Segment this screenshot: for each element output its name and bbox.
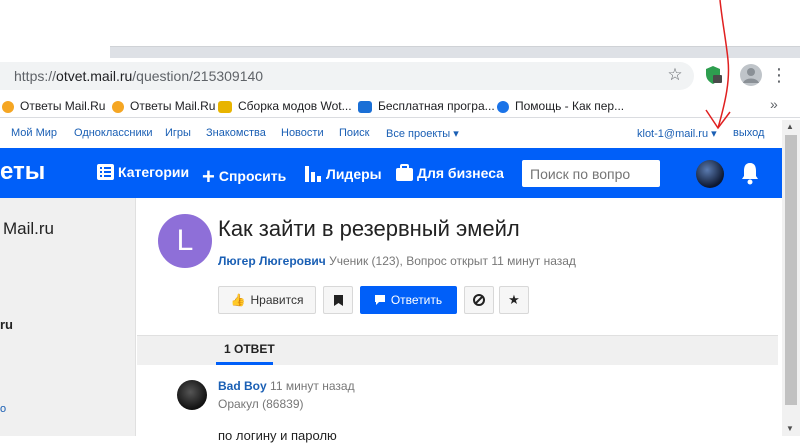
nav-business[interactable]: Для бизнеса xyxy=(396,164,504,181)
portal-link[interactable]: Игры xyxy=(165,127,191,139)
favorite-button[interactable]: ★ xyxy=(499,286,529,314)
bookmark-item[interactable]: Бесплатная програ... xyxy=(358,96,495,116)
bookmark-item[interactable]: Помощь - Как пер... xyxy=(497,96,624,116)
sidebar-link[interactable]: о xyxy=(0,403,6,415)
briefcase-icon xyxy=(396,164,413,181)
annotation-arrow xyxy=(705,0,731,130)
bookmark-label: Бесплатная програ... xyxy=(378,99,495,113)
nav-categories[interactable]: Категории xyxy=(97,164,189,180)
search-box[interactable] xyxy=(522,160,660,187)
nav-categories-label: Категории xyxy=(118,164,190,180)
question-title: Как зайти в резервный эмейл xyxy=(218,216,520,241)
bookmark-label: Ответы Mail.Ru xyxy=(20,99,106,113)
bookmark-item[interactable]: Сборка модов Wot... xyxy=(218,96,352,116)
chrome-icon xyxy=(497,101,509,113)
answer-meta: Bad Boy 11 минут назад xyxy=(218,379,355,393)
question-meta-text: Ученик (123), Вопрос открыт 11 минут наз… xyxy=(329,254,576,268)
answers-count-tab[interactable]: 1 ОТВЕТ xyxy=(224,342,275,356)
all-projects-link[interactable]: Все проекты ▾ xyxy=(386,127,459,140)
question-icon xyxy=(2,101,14,113)
sidebar-text: ru xyxy=(0,317,13,332)
nav-ask-label: Спросить xyxy=(218,168,287,184)
scroll-up-icon[interactable]: ▲ xyxy=(786,122,794,131)
url-scheme: https:// xyxy=(14,68,57,84)
block-icon xyxy=(473,294,485,306)
m-logo-icon xyxy=(358,101,372,113)
scroll-down-icon[interactable]: ▼ xyxy=(786,424,794,433)
bookmark-icon xyxy=(333,294,343,306)
question-author-link[interactable]: Люгер Люгерович xyxy=(218,254,326,268)
url-path: /question/215309140 xyxy=(132,68,264,84)
answer-author-avatar[interactable] xyxy=(177,380,207,410)
sidebar-title: Mail.ru xyxy=(3,219,55,238)
nav-ask[interactable]: + Спросить xyxy=(202,164,286,190)
bookmark-label: Помощь - Как пер... xyxy=(515,99,625,113)
thumbs-up-icon: 👍 xyxy=(230,293,246,307)
plus-icon: + xyxy=(202,164,215,189)
bookmark-button[interactable] xyxy=(323,286,353,314)
bookmark-label: Ответы Mail.Ru xyxy=(130,99,216,113)
question-icon xyxy=(112,101,124,113)
comment-icon xyxy=(374,295,385,305)
caret-down-icon: ▾ xyxy=(453,128,459,140)
site-logo[interactable]: еты xyxy=(0,158,45,186)
nav-leaders-label: Лидеры xyxy=(326,166,382,182)
answer-button[interactable]: Ответить xyxy=(360,286,457,314)
question-meta: Люгер Люгерович Ученик (123), Вопрос отк… xyxy=(218,254,576,268)
url-text[interactable]: https://otvet.mail.ru/question/215309140 xyxy=(14,68,263,84)
scrollbar-thumb[interactable] xyxy=(785,135,797,405)
answer-time: 11 минут назад xyxy=(270,379,355,393)
bookmark-item[interactable]: Ответы Mail.Ru xyxy=(112,96,215,116)
url-host: otvet.mail.ru xyxy=(56,68,133,84)
answer-author-link[interactable]: Bad Boy xyxy=(218,379,267,393)
bell-icon[interactable] xyxy=(739,161,761,185)
w-logo-icon xyxy=(218,101,232,113)
list-icon xyxy=(97,164,114,180)
nav-business-label: Для бизнеса xyxy=(417,165,504,181)
report-button[interactable] xyxy=(464,286,494,314)
portal-link[interactable]: Новости xyxy=(281,127,324,139)
bookmarks-more-button[interactable]: » xyxy=(770,96,778,112)
answer-author-rank: Оракул (86839) xyxy=(218,397,304,411)
nav-leaders[interactable]: Лидеры xyxy=(304,164,382,182)
user-avatar[interactable] xyxy=(696,160,724,188)
all-projects-label: Все проекты xyxy=(386,128,451,140)
answer-label: Ответить xyxy=(390,293,443,307)
answers-tab-indicator xyxy=(216,362,273,365)
portal-link[interactable]: Знакомства xyxy=(206,127,266,139)
question-author-avatar[interactable]: L xyxy=(158,214,212,268)
bookmark-item[interactable]: Ответы Mail.Ru xyxy=(2,96,105,116)
portal-link[interactable]: Мой Мир xyxy=(11,127,57,139)
bookmark-label: Сборка модов Wot... xyxy=(238,99,352,113)
like-label: Нравится xyxy=(250,293,304,307)
browser-menu-icon[interactable]: ⋮ xyxy=(770,64,788,86)
portal-link[interactable]: Поиск xyxy=(339,127,369,139)
like-button[interactable]: 👍 Нравится xyxy=(218,286,316,314)
portal-link[interactable]: Одноклассники xyxy=(74,127,153,139)
bookmark-star-icon[interactable]: ☆ xyxy=(664,64,686,86)
star-icon: ★ xyxy=(508,292,520,307)
bar-chart-icon xyxy=(305,166,321,182)
search-input[interactable] xyxy=(530,165,654,183)
